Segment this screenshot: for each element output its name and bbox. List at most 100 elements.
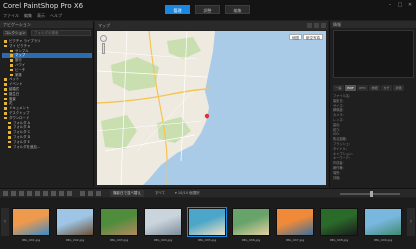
thumbnail-image [276, 208, 314, 236]
tab-adjust[interactable]: 調整 [195, 5, 220, 14]
info-value[interactable] [373, 176, 415, 181]
thumbnail-image [364, 208, 402, 236]
info-tabs: 一般 EXIF IPTC 詳細 タグ 評価 [333, 85, 404, 91]
close-icon[interactable]: ✕ [406, 2, 414, 9]
slider-thumb[interactable] [370, 191, 373, 197]
thumbnail-label: IMG_005.jpg [197, 238, 217, 242]
pin-icon[interactable] [314, 23, 319, 28]
info-tab[interactable]: 一般 [333, 85, 344, 91]
organizer-toolbar: 撮影日で並べ替え すべて ▾ 10/10 個選択 [0, 188, 416, 197]
menu-edit[interactable]: 編集 [24, 13, 32, 19]
folder-icon [10, 49, 13, 53]
folder-icon [4, 116, 7, 120]
view-list-icon[interactable] [96, 191, 101, 196]
sort-dropdown[interactable]: 撮影日で並べ替え [110, 190, 144, 197]
info-tab[interactable]: 評価 [393, 85, 404, 91]
minimize-icon[interactable]: – [386, 2, 394, 9]
thumbnail[interactable]: IMG_002.jpg [55, 202, 95, 244]
thumbnail[interactable]: IMG_004.jpg [143, 202, 183, 244]
info-tab[interactable]: タグ [381, 85, 392, 91]
thumbnail-image [232, 208, 270, 236]
map-icon[interactable] [59, 191, 64, 196]
folder-icon [4, 44, 7, 48]
thumbnail[interactable]: IMG_006.jpg [231, 202, 271, 244]
info-tab[interactable]: IPTC [357, 85, 368, 91]
map-type-map[interactable]: 地図 [289, 34, 302, 40]
map-tools [307, 23, 326, 28]
menu-view[interactable]: 表示 [37, 13, 45, 19]
folder-icon [4, 97, 7, 101]
tab-manage[interactable]: 管理 [165, 5, 190, 14]
land-area [97, 31, 215, 185]
map-graphic [97, 31, 215, 185]
navigation-panel: ナビゲーション コレクション フォルダの検索 ピクチャ ライブラリ マイ ピクチャ… [0, 21, 94, 187]
folder-icon [8, 136, 11, 139]
locate-icon[interactable] [307, 23, 312, 28]
folder-search-input[interactable]: フォルダの検索 [31, 30, 91, 36]
info-tab[interactable]: 詳細 [369, 85, 380, 91]
map-type-switch: 地図 航空写真 [289, 34, 323, 40]
rotate-right-icon[interactable] [35, 191, 40, 196]
navigation-tools: コレクション [3, 30, 27, 36]
scroll-right-icon[interactable]: › [407, 208, 415, 236]
collections-button[interactable]: コレクション [3, 30, 27, 36]
folder-icon [10, 64, 13, 67]
collapse-icon[interactable] [3, 191, 8, 196]
close-icon[interactable] [321, 23, 326, 28]
filter-dropdown[interactable]: すべて [155, 190, 165, 197]
thumbnail[interactable]: IMG_008.jpg [319, 202, 359, 244]
folder-tree: ピクチャ ライブラリ マイ ピクチャ サンプル マップ 旅行 ハワイ ビーチ 家族 ペット イベン… [2, 39, 92, 149]
app-title: Corel PaintShop Pro X6 [3, 2, 84, 10]
menu-file[interactable]: ファイル [3, 13, 19, 19]
folder-icon [4, 40, 7, 43]
panel-title: ナビゲーション [0, 21, 93, 28]
delete-icon[interactable] [43, 191, 48, 196]
folder-icon [8, 121, 11, 125]
thumbnail[interactable]: IMG_005.jpg [187, 202, 227, 244]
info-row: 評価: [333, 176, 415, 181]
app-window: Corel PaintShop Pro X6 ファイル 編集 表示 ヘルプ 管理… [0, 0, 416, 249]
zoom-slider[interactable] [102, 43, 105, 54]
thumbnail-image [12, 208, 50, 236]
thumbnail-label: IMG_007.jpg [285, 238, 305, 242]
menu-help[interactable]: ヘルプ [50, 13, 62, 19]
image-preview [333, 30, 414, 78]
thumbnail[interactable]: IMG_001.jpg [11, 202, 51, 244]
thumbnail[interactable]: IMG_007.jpg [275, 202, 315, 244]
thumbnail-label: IMG_003.jpg [109, 238, 129, 242]
folder-icon [4, 83, 7, 86]
pan-control[interactable] [100, 35, 107, 42]
folder-icon [4, 92, 7, 96]
map-view[interactable]: 地図 航空写真 [97, 31, 326, 185]
thumbnail-size-slider[interactable] [340, 191, 400, 197]
maximize-icon[interactable]: □ [396, 2, 404, 9]
tag-icon[interactable] [19, 191, 24, 196]
thumbnail-image [187, 207, 227, 237]
thumbnail-label: IMG_004.jpg [153, 238, 173, 242]
view-thumbnails-icon[interactable] [80, 191, 85, 196]
view-details-icon[interactable] [88, 191, 93, 196]
thumbnail-label: IMG_006.jpg [241, 238, 261, 242]
share-icon[interactable] [51, 191, 56, 196]
info-tab[interactable]: EXIF [345, 85, 356, 91]
select-icon[interactable] [11, 191, 16, 196]
workspace-tabs: 管理 調整 編集 [165, 5, 250, 14]
info-icon[interactable] [67, 191, 72, 196]
scroll-left-icon[interactable]: ‹ [1, 208, 9, 236]
thumbnail[interactable]: IMG_009.jpg [363, 202, 403, 244]
folder-icon [8, 140, 11, 144]
folder-icon [4, 88, 7, 91]
thumbnail-label: IMG_008.jpg [329, 238, 349, 242]
selection-count: ▾ 10/10 個選択 [175, 191, 200, 195]
folder-icon [4, 107, 7, 110]
map-type-satellite[interactable]: 航空写真 [303, 34, 323, 40]
folder-icon [10, 68, 13, 72]
thumbnail-label: IMG_009.jpg [373, 238, 393, 242]
folder-icon [10, 73, 13, 77]
rotate-left-icon[interactable] [27, 191, 32, 196]
zoom-control [100, 35, 107, 55]
tree-item[interactable]: フォルダを追加... [2, 145, 92, 150]
thumbnail[interactable]: IMG_003.jpg [99, 202, 139, 244]
tab-edit[interactable]: 編集 [225, 5, 250, 14]
map-title: マップ [98, 23, 110, 28]
